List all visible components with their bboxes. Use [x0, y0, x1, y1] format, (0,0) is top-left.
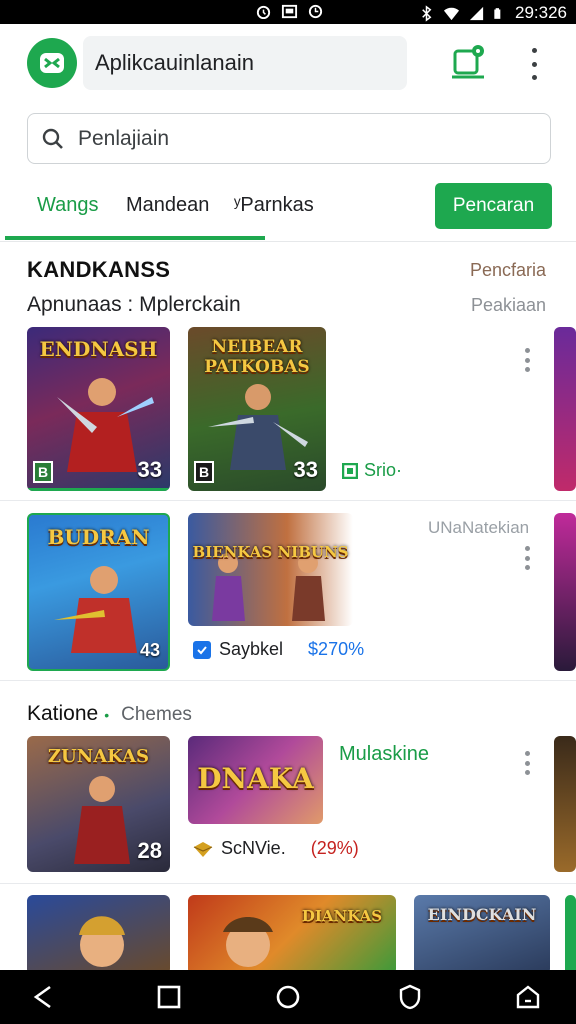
- tab-parnkas[interactable]: ʸParnkas: [234, 194, 314, 217]
- age-rating: B: [33, 461, 53, 483]
- game-title: DIANKAS: [301, 907, 383, 925]
- home-icon[interactable]: [274, 983, 302, 1011]
- row2-meta: Saybkel $270%: [192, 639, 364, 660]
- game-card[interactable]: EINDCKAIN: [414, 895, 550, 975]
- game-card[interactable]: NEIBEAR PATKOBAS B 33: [188, 327, 326, 491]
- signal-icon: [469, 6, 484, 20]
- game-card[interactable]: DIANKAS: [188, 895, 396, 975]
- badge-icon: [342, 462, 358, 479]
- tab-indicator: [5, 236, 265, 240]
- bluetooth-icon: [422, 4, 432, 22]
- row1-meta: Srio·: [342, 460, 402, 481]
- game-card-partial[interactable]: [554, 513, 576, 671]
- sync-icon: [308, 4, 323, 19]
- row2-more-icon[interactable]: [524, 546, 530, 570]
- app-title: Aplikcauinlanain: [83, 36, 407, 90]
- game-card-partial[interactable]: [554, 736, 576, 872]
- game-card[interactable]: ENDNASH B 33: [27, 327, 170, 491]
- section-link[interactable]: Pencfaria: [470, 260, 546, 281]
- section2-separator: •: [104, 707, 110, 723]
- app-header: Aplikcauinlanain: [0, 24, 576, 102]
- section2-header: Katione • Chemes: [27, 702, 192, 726]
- cart-button[interactable]: [450, 41, 488, 83]
- wifi-icon: [443, 7, 460, 20]
- shield-icon: [193, 640, 211, 659]
- rating-badge: 28: [137, 838, 162, 863]
- search-input[interactable]: Penlajiain: [27, 113, 551, 164]
- game-title: ENDNASH: [39, 337, 158, 361]
- game-card-partial[interactable]: [554, 327, 576, 491]
- gold-icon: [193, 841, 213, 857]
- more-vert-icon[interactable]: [522, 48, 546, 80]
- game-card[interactable]: [27, 895, 170, 975]
- row2-right-label: UNaNatekian: [428, 518, 530, 537]
- cast-icon: [281, 4, 298, 19]
- row3-right-label: Mulaskine: [339, 743, 430, 765]
- status-bar: 29:326: [0, 0, 576, 24]
- app-logo-icon[interactable]: [27, 38, 77, 88]
- status-clock: 29:326: [515, 3, 567, 22]
- game-card[interactable]: DNAKA: [188, 736, 323, 824]
- back-icon[interactable]: [30, 983, 58, 1011]
- game-title: NEIBEAR PATKOBAS: [204, 337, 310, 377]
- row1-more-icon[interactable]: [524, 348, 530, 372]
- tab-bar: Wangs Mandean ʸParnkas Pencaran: [0, 180, 576, 242]
- game-title: BUDRAN: [47, 525, 150, 549]
- game-card[interactable]: BUDRAN 43: [27, 513, 170, 671]
- recents-icon[interactable]: [155, 983, 183, 1011]
- navigation-bar: [0, 970, 576, 1024]
- game-title: ZUNAKAS: [47, 746, 150, 767]
- shield-nav-icon[interactable]: [396, 983, 424, 1011]
- section2-title: Katione: [27, 702, 99, 725]
- share-icon[interactable]: [514, 983, 542, 1011]
- section-title: KANDKANSS: [27, 257, 171, 282]
- game-art: [79, 916, 125, 967]
- tab-mandean[interactable]: Mandean: [126, 194, 209, 217]
- pencaran-button[interactable]: Pencaran: [435, 183, 552, 229]
- rating-badge: 33: [137, 457, 162, 482]
- tab-wangs[interactable]: Wangs: [37, 194, 99, 217]
- game-card-partial[interactable]: [565, 895, 576, 975]
- row3-more-icon[interactable]: [524, 751, 530, 775]
- rating-badge: 43: [139, 640, 160, 660]
- section-link-secondary[interactable]: Peakiaan: [471, 295, 546, 316]
- game-card[interactable]: BIENKAS NIBUNS: [188, 513, 353, 626]
- game-art: [223, 917, 273, 967]
- battery-icon: [494, 7, 501, 19]
- age-rating: B: [194, 461, 214, 483]
- game-card[interactable]: ZUNAKAS 28: [27, 736, 170, 872]
- game-title: EINDCKAIN: [427, 905, 537, 924]
- game-title: DNAKA: [197, 762, 314, 795]
- row3-meta: ScNVie. (29%): [192, 838, 359, 859]
- alarm-icon: [256, 5, 271, 20]
- rating-badge: 33: [293, 457, 318, 482]
- section-subtitle: Apnunaas : Mplerckain: [27, 293, 241, 316]
- cart-icon: [452, 45, 484, 79]
- search-icon: [42, 128, 63, 149]
- search-placeholder: Penlajiain: [78, 126, 170, 150]
- section2-subtitle: Chemes: [121, 704, 192, 725]
- game-title: BIENKAS NIBUNS: [192, 543, 349, 561]
